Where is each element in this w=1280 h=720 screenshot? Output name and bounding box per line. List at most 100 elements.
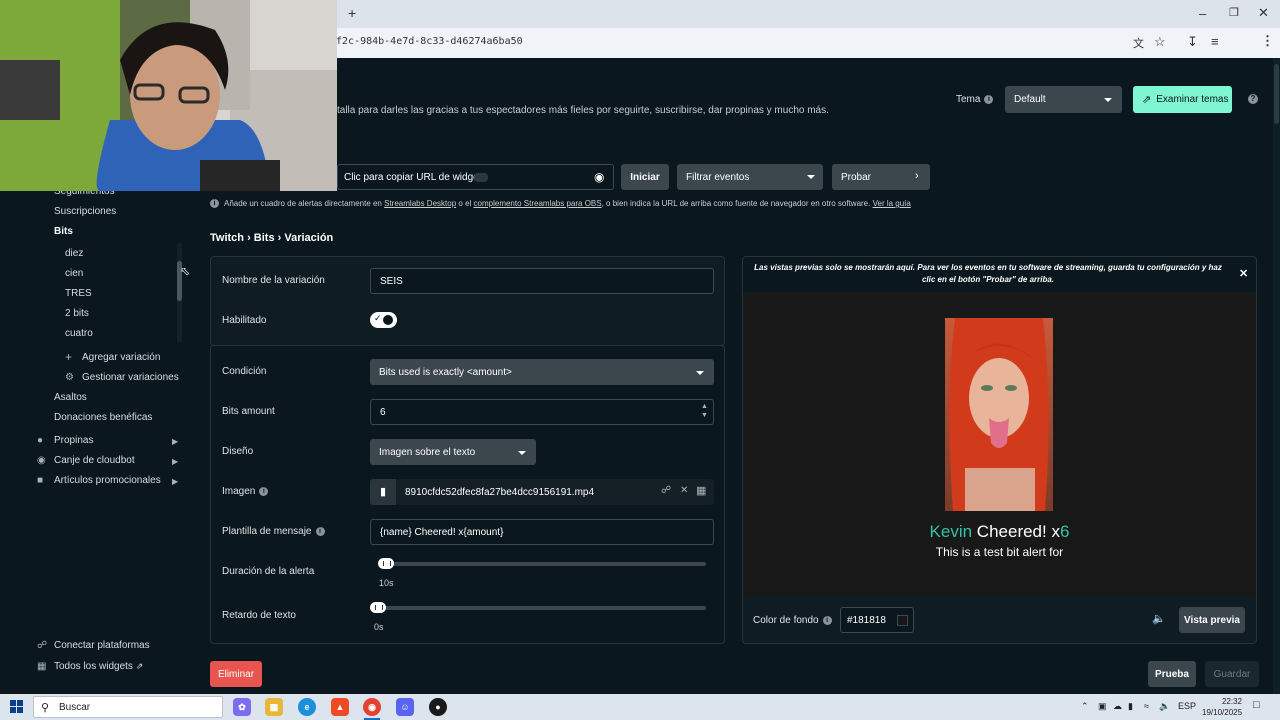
new-tab-button[interactable]: + [348, 5, 356, 21]
preview-notice: Las vistas previas solo se mostrarán aqu… [754, 263, 1222, 284]
edge-browser-icon[interactable]: e [298, 698, 316, 716]
speaker-icon[interactable]: 🔈 [1159, 701, 1170, 712]
variation-item[interactable]: TRES [65, 288, 92, 299]
copilot-icon[interactable]: ✿ [233, 698, 251, 716]
variation-item[interactable]: cien [65, 268, 83, 279]
variation-name-input[interactable]: SEIS [370, 268, 714, 294]
start-button[interactable]: Iniciar [621, 164, 669, 190]
guide-link[interactable]: Ver la guía [873, 199, 911, 208]
download-icon[interactable]: ↧ [1187, 34, 1198, 50]
streamlabs-app-icon[interactable]: ● [429, 698, 447, 716]
eye-icon[interactable]: ◉ [594, 170, 604, 184]
text-delay-value: 0s [374, 622, 384, 632]
obs-plugin-link[interactable]: complemento Streamlabs para OBS [474, 199, 602, 208]
sidebar-item-subscriptions[interactable]: Suscripciones [54, 206, 116, 217]
connect-platforms-link[interactable]: Conectar plataformas [54, 640, 150, 651]
brave-browser-icon[interactable]: ▲ [331, 698, 349, 716]
image-file-field[interactable]: ▮ 8910cfdc52dfec8fa27be4dcc9156191.mp4 ☍… [370, 479, 714, 505]
preview-button[interactable]: Vista previa [1179, 607, 1245, 633]
media-gallery-icon[interactable]: ▦ [696, 484, 706, 497]
bookmark-star-icon[interactable]: ☆ [1154, 34, 1166, 50]
alert-duration-slider[interactable] [378, 562, 706, 566]
file-explorer-icon[interactable]: ▦ [265, 698, 283, 716]
test-alert-button[interactable]: Prueba [1148, 661, 1196, 687]
save-button[interactable]: Guardar [1205, 661, 1259, 687]
gear-icon: ⚙ [65, 372, 74, 383]
variation-item[interactable]: cuatro [65, 328, 93, 339]
message-template-input[interactable]: {name} Cheered! x{amount} [370, 519, 714, 545]
alert-username: Kevin [929, 522, 973, 541]
wifi-icon[interactable]: ≈ [1144, 701, 1149, 711]
examine-themes-label: Examinar temas [1156, 94, 1229, 105]
search-icon: ⚲ [41, 702, 50, 714]
external-link-icon: ⇗ [135, 661, 144, 671]
media-control-icon[interactable]: ≡ [1211, 34, 1219, 49]
help-icon[interactable]: ? [1248, 94, 1258, 104]
image-label: Imagen i [222, 486, 269, 497]
number-stepper[interactable]: ▲ ▼ [701, 402, 708, 420]
text-delay-slider[interactable] [370, 606, 706, 610]
search-placeholder: Buscar [59, 701, 91, 713]
bits-amount-value: 6 [380, 406, 386, 418]
alert-duration-knob[interactable] [378, 558, 394, 569]
sidebar-item-merch[interactable]: Artículos promocionales [54, 475, 161, 486]
sidebar-item-raids[interactable]: Asaltos [54, 392, 87, 403]
text-delay-knob[interactable] [370, 602, 386, 613]
variation-item[interactable]: 2 bits [65, 308, 89, 319]
bits-amount-input[interactable]: 6 ▲ ▼ [370, 399, 714, 425]
chrome-browser-icon[interactable]: ◉ [363, 698, 381, 716]
language-indicator[interactable]: ESP [1178, 701, 1196, 711]
color-swatch[interactable] [897, 615, 908, 626]
clock[interactable]: 22:32 19/10/2025 [1202, 696, 1242, 718]
sidebar-item-cloudbot[interactable]: Canje de cloudbot [54, 455, 135, 466]
examine-themes-button[interactable]: ⇗ Examinar temas [1133, 86, 1232, 113]
close-preview-notice-icon[interactable]: ✕ [1239, 267, 1248, 280]
streamlabs-desktop-link[interactable]: Streamlabs Desktop [384, 199, 456, 208]
filter-events-select[interactable]: Filtrar eventos [677, 164, 823, 190]
info-icon: i [984, 94, 994, 104]
discord-icon[interactable]: ☺ [396, 698, 414, 716]
volume-icon[interactable]: 🔈 [1152, 612, 1166, 625]
cloudbot-icon: ◉ [37, 455, 46, 466]
minimize-window-icon[interactable]: – [1199, 6, 1206, 21]
windows-start-icon[interactable] [10, 700, 23, 713]
tips-icon: ● [37, 435, 44, 446]
close-window-icon[interactable]: ✕ [1258, 5, 1269, 21]
theme-select[interactable]: Default [1005, 86, 1122, 113]
page-scrollbar[interactable] [1273, 58, 1280, 694]
add-variation-button[interactable]: Agregar variación [82, 352, 160, 363]
bg-color-input[interactable]: #181818 [840, 607, 914, 633]
close-icon[interactable]: ✕ [680, 485, 688, 496]
plus-icon: + [65, 350, 73, 364]
variation-list-scrollbar[interactable] [177, 243, 182, 343]
check-icon: ✓ [374, 313, 382, 323]
taskbar-search[interactable]: ⚲ Buscar [33, 696, 223, 718]
sidebar-item-bits[interactable]: Bits [54, 226, 73, 237]
translate-icon[interactable]: 文 [1133, 35, 1144, 51]
filter-events-label: Filtrar eventos [686, 171, 750, 183]
url-text[interactable]: f2c-984b-4e7d-8c33-d46274a6ba50 [336, 36, 523, 47]
design-select[interactable]: Imagen sobre el texto [370, 439, 536, 465]
windows-taskbar: ⚲ Buscar ✿ ▦ e ▲ ◉ ☺ ● ⌃ ▣ ☁ ▮ ≈ 🔈 ESP 2… [0, 694, 1280, 720]
all-widgets-link[interactable]: Todos los widgets ⇗ [54, 661, 143, 672]
sidebar-item-charity[interactable]: Donaciones benéficas [54, 412, 152, 423]
variation-item[interactable]: diez [65, 248, 83, 259]
manage-variations-button[interactable]: Gestionar variaciones [82, 372, 179, 383]
tray-app-icon[interactable]: ▣ [1098, 701, 1107, 712]
tray-app-icon[interactable]: ☁ [1113, 701, 1122, 712]
probar-button[interactable]: Probar › [832, 164, 930, 190]
tray-app-icon[interactable]: ▮ [1128, 701, 1133, 712]
chevron-right-icon: ▶ [172, 437, 179, 446]
sidebar-item-tips[interactable]: Propinas [54, 435, 93, 446]
restore-window-icon[interactable]: ❐ [1229, 6, 1239, 19]
widget-url-field[interactable]: Clic para copiar URL de widget ◉ [337, 164, 614, 190]
notification-icon[interactable]: □ [1253, 699, 1260, 711]
grid-icon: ▦ [37, 661, 47, 672]
link-icon[interactable]: ☍ [661, 485, 671, 496]
enabled-toggle[interactable]: ✓ [370, 312, 397, 328]
delete-button[interactable]: Eliminar [210, 661, 262, 687]
widget-url-label: Clic para copiar URL de widget [344, 171, 482, 183]
tray-chevron-up-icon[interactable]: ⌃ [1081, 701, 1089, 712]
condition-select[interactable]: Bits used is exactly <amount> [370, 359, 714, 385]
browser-menu-icon[interactable]: ⋮ [1261, 33, 1274, 49]
